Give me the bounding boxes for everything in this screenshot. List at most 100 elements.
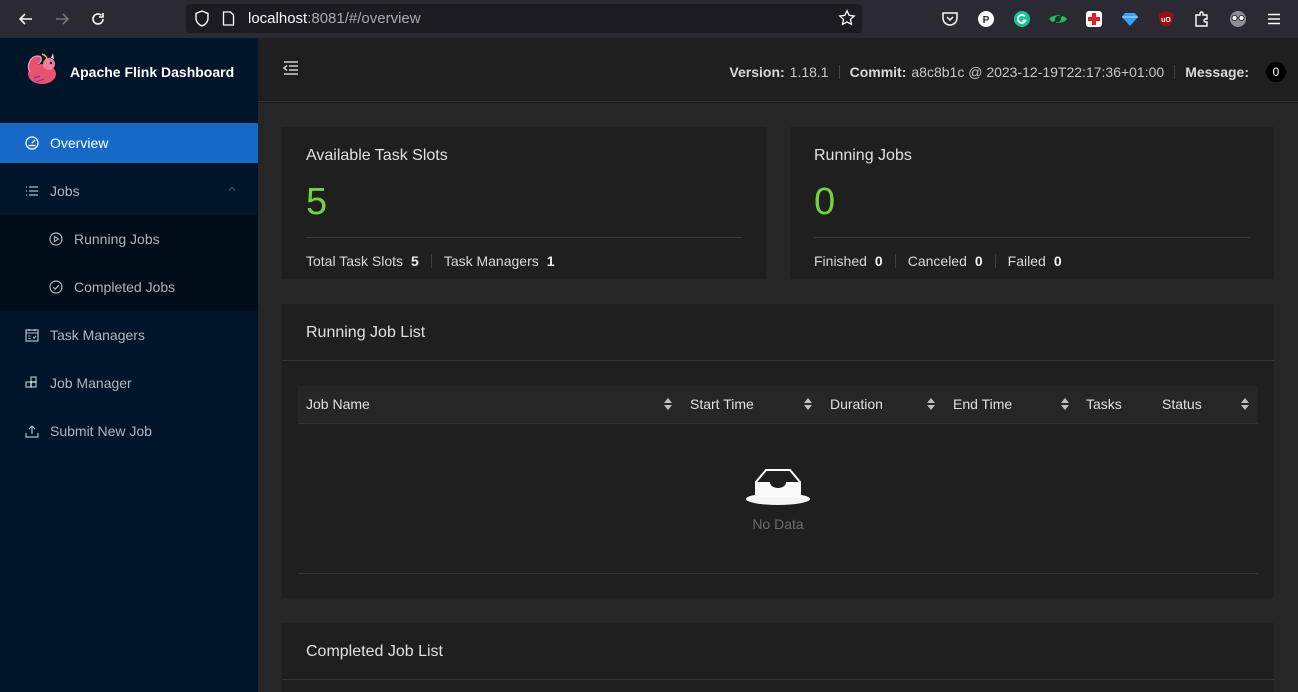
extensions-puzzle-icon[interactable]: [1192, 9, 1212, 29]
menu-fold-icon[interactable]: [282, 60, 300, 76]
divider: [994, 254, 996, 268]
eye-extension-icon[interactable]: [1048, 9, 1068, 29]
sidebar-item-submit-new-job[interactable]: Submit New Job: [0, 411, 258, 451]
sidebar-item-label: Running Jobs: [74, 231, 160, 247]
sidebar-item-label: Task Managers: [50, 327, 145, 343]
sidebar-item-label: Submit New Job: [50, 423, 152, 439]
sidebar-item-running-jobs[interactable]: Running Jobs: [0, 219, 258, 259]
no-data-text: No Data: [752, 516, 804, 532]
message-count-badge[interactable]: 0: [1266, 62, 1286, 82]
available-slots-value: 5: [306, 181, 328, 223]
card-title: Running Jobs: [814, 147, 912, 164]
reload-icon[interactable]: [86, 7, 110, 31]
empty-state: No Data: [298, 424, 1258, 574]
total-task-slots-label: Total Task Slots: [306, 253, 404, 269]
column-header-start-time[interactable]: Start Time: [690, 396, 754, 412]
unordered-list-icon: [26, 186, 38, 196]
play-circle-icon: [49, 232, 63, 246]
bookmark-star-icon[interactable]: [838, 9, 856, 32]
canceled-value: 0: [974, 253, 983, 269]
failed-value: 0: [1053, 253, 1062, 269]
column-header-tasks: Tasks: [1086, 396, 1122, 412]
sidebar: Apache Flink Dashboard Overview Jobs Run…: [0, 38, 258, 692]
commit-value: a8c8b1c @ 2023-12-19T22:17:36+01:00: [911, 64, 1165, 80]
chevron-up-icon: [228, 186, 236, 191]
divider: [1174, 65, 1176, 79]
content-area: Available Task Slots 5 Total Task Slots …: [258, 103, 1298, 692]
slots-stats: Total Task Slots 5 Task Managers 1: [306, 253, 555, 269]
main-header: Version: 1.18.1 Commit: a8c8b1c @ 2023-1…: [258, 38, 1298, 102]
failed-label: Failed: [1007, 253, 1046, 269]
shield-icon[interactable]: [194, 10, 210, 32]
grammarly-icon[interactable]: [1012, 9, 1032, 29]
check-circle-icon: [49, 280, 63, 294]
brand[interactable]: Apache Flink Dashboard: [0, 38, 258, 102]
total-task-slots-value: 5: [411, 253, 419, 269]
sidebar-item-label: Job Manager: [50, 375, 132, 391]
sidebar-item-job-manager[interactable]: Job Manager: [0, 363, 258, 403]
sidebar-item-label: Jobs: [50, 183, 80, 199]
sidebar-item-completed-jobs[interactable]: Completed Jobs: [0, 267, 258, 307]
jobs-stats: Finished 0 Canceled 0 Failed 0: [814, 253, 1062, 269]
version-value: 1.18.1: [789, 64, 829, 80]
back-arrow-icon[interactable]: [14, 7, 38, 31]
card-header: Completed Job List: [282, 623, 1274, 680]
schedule-icon: [25, 329, 39, 342]
ublock-icon[interactable]: uO: [1156, 9, 1176, 29]
forward-arrow-icon[interactable]: [50, 7, 74, 31]
sort-icon[interactable]: [1061, 397, 1069, 411]
card-title: Running Job List: [306, 324, 426, 341]
sort-icon[interactable]: [804, 397, 812, 411]
finished-value: 0: [874, 253, 883, 269]
page-icon: [222, 11, 235, 31]
message-label[interactable]: Message:: [1185, 64, 1249, 80]
medical-cross-extension-icon[interactable]: [1084, 9, 1104, 29]
profile-avatar-icon[interactable]: [1228, 9, 1248, 29]
dashboard-icon: [25, 136, 39, 150]
sidebar-item-task-managers[interactable]: Task Managers: [0, 315, 258, 355]
sidebar-item-label: Overview: [50, 135, 109, 151]
divider: [894, 254, 896, 268]
pocket-icon[interactable]: [940, 9, 960, 29]
empty-inbox-icon: [746, 469, 810, 505]
diamond-extension-icon[interactable]: [1120, 9, 1140, 29]
svg-text:P: P: [983, 15, 990, 26]
canceled-label: Canceled: [907, 253, 967, 269]
extension-p-icon[interactable]: P: [976, 9, 996, 29]
column-header-duration[interactable]: Duration: [830, 396, 883, 412]
column-header-status[interactable]: Status: [1162, 396, 1202, 412]
card-header: Running Job List: [282, 304, 1274, 361]
column-header-job-name[interactable]: Job Name: [306, 396, 370, 412]
flink-squirrel-logo: [27, 53, 56, 84]
sidebar-item-jobs[interactable]: Jobs: [0, 171, 258, 211]
card-title: Available Task Slots: [306, 147, 448, 164]
address-bar[interactable]: localhost:8081/#/overview: [186, 4, 862, 33]
upload-icon: [25, 425, 39, 438]
divider: [838, 65, 840, 79]
table-header: Job Name Start Time Duration End Time Ta…: [298, 386, 1258, 424]
brand-title: Apache Flink Dashboard: [70, 64, 235, 80]
url-text[interactable]: localhost:8081/#/overview: [248, 10, 421, 27]
card-title: Completed Job List: [306, 643, 443, 660]
sort-icon[interactable]: [664, 397, 672, 411]
version-label: Version:: [729, 64, 785, 80]
sort-icon[interactable]: [1241, 397, 1249, 411]
sort-icon[interactable]: [927, 397, 935, 411]
sidebar-item-overview[interactable]: Overview: [0, 123, 258, 163]
running-jobs-value: 0: [814, 181, 836, 223]
divider: [814, 237, 1250, 238]
build-icon: [25, 376, 37, 388]
running-job-list-card: Running Job List Job Name Start Time Dur…: [282, 304, 1274, 598]
cluster-info: Version: 1.18.1 Commit: a8c8b1c @ 2023-1…: [729, 62, 1298, 82]
url-path: :8081/#/overview: [307, 10, 421, 27]
hamburger-menu-icon[interactable]: [1264, 9, 1284, 29]
column-header-end-time[interactable]: End Time: [953, 396, 1012, 412]
divider: [306, 237, 742, 238]
commit-label: Commit:: [849, 64, 907, 80]
completed-job-list-card: Completed Job List: [282, 623, 1274, 692]
url-host: localhost: [248, 10, 308, 27]
task-managers-value: 1: [546, 253, 555, 269]
finished-label: Finished: [814, 253, 867, 269]
task-managers-label: Task Managers: [443, 253, 539, 269]
available-task-slots-card: Available Task Slots 5 Total Task Slots …: [282, 127, 766, 279]
